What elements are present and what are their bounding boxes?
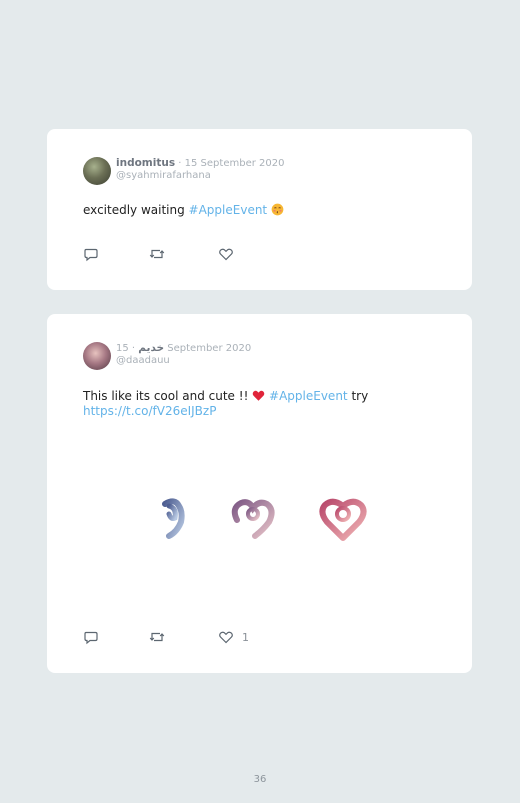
- tweet-header: indomitus · 15 September 2020 @syahmiraf…: [116, 157, 284, 182]
- author-name[interactable]: خديم: [138, 342, 164, 354]
- like-icon: [219, 631, 233, 644]
- red-heart-emoji-icon: [252, 390, 265, 401]
- reply-button[interactable]: [83, 246, 99, 262]
- tweet-date[interactable]: 15 September 2020: [116, 343, 251, 354]
- tweet-date[interactable]: 15 September 2020: [185, 158, 285, 169]
- retweet-button[interactable]: [149, 246, 165, 262]
- tweet-card[interactable]: خديم · 15 September 2020 @daadauu This l…: [47, 314, 472, 673]
- separator: ·: [131, 343, 136, 354]
- hashtag-link[interactable]: #AppleEvent: [189, 203, 268, 217]
- reply-icon: [84, 631, 98, 645]
- tweet-header: خديم · 15 September 2020 @daadauu: [116, 342, 251, 367]
- tweet-actions: [83, 246, 283, 262]
- reply-button[interactable]: [83, 629, 99, 645]
- reply-icon: [84, 248, 98, 262]
- retweet-icon: [149, 249, 165, 259]
- hashtag-link[interactable]: #AppleEvent: [269, 389, 348, 403]
- like-count: 1: [242, 630, 249, 644]
- tweet-actions: 1: [83, 629, 283, 645]
- like-icon: [219, 248, 233, 261]
- like-button[interactable]: 1: [218, 629, 249, 645]
- page-number: 36: [253, 774, 267, 785]
- separator: ·: [178, 158, 182, 169]
- tweet-text: This like its cool and cute !! #AppleEve…: [83, 389, 443, 419]
- author-handle[interactable]: @daadauu: [116, 355, 251, 367]
- tweet-body: This like its cool and cute !!: [83, 389, 249, 403]
- retweet-icon: [149, 632, 165, 642]
- tweet-body: excitedly waiting: [83, 203, 185, 217]
- tweet-card[interactable]: indomitus · 15 September 2020 @syahmiraf…: [47, 129, 472, 290]
- retweet-button[interactable]: [149, 629, 165, 645]
- three-heart-shapes-image[interactable]: [147, 490, 377, 550]
- avatar[interactable]: [83, 342, 111, 370]
- heart-shape-1: [162, 498, 185, 539]
- like-button[interactable]: [218, 246, 242, 262]
- tweet-body-suffix: try: [351, 389, 369, 403]
- tweet-text: excitedly waiting #AppleEvent: [83, 203, 284, 218]
- author-handle[interactable]: @syahmirafarhana: [116, 170, 284, 182]
- kissing-face-emoji-icon: [271, 203, 284, 216]
- avatar[interactable]: [83, 157, 111, 185]
- heart-shape-3: [319, 498, 367, 541]
- heart-shape-2: [231, 499, 275, 539]
- author-name[interactable]: indomitus: [116, 157, 175, 169]
- tweet-url-link[interactable]: https://t.co/fV26eIJBzP: [83, 404, 216, 418]
